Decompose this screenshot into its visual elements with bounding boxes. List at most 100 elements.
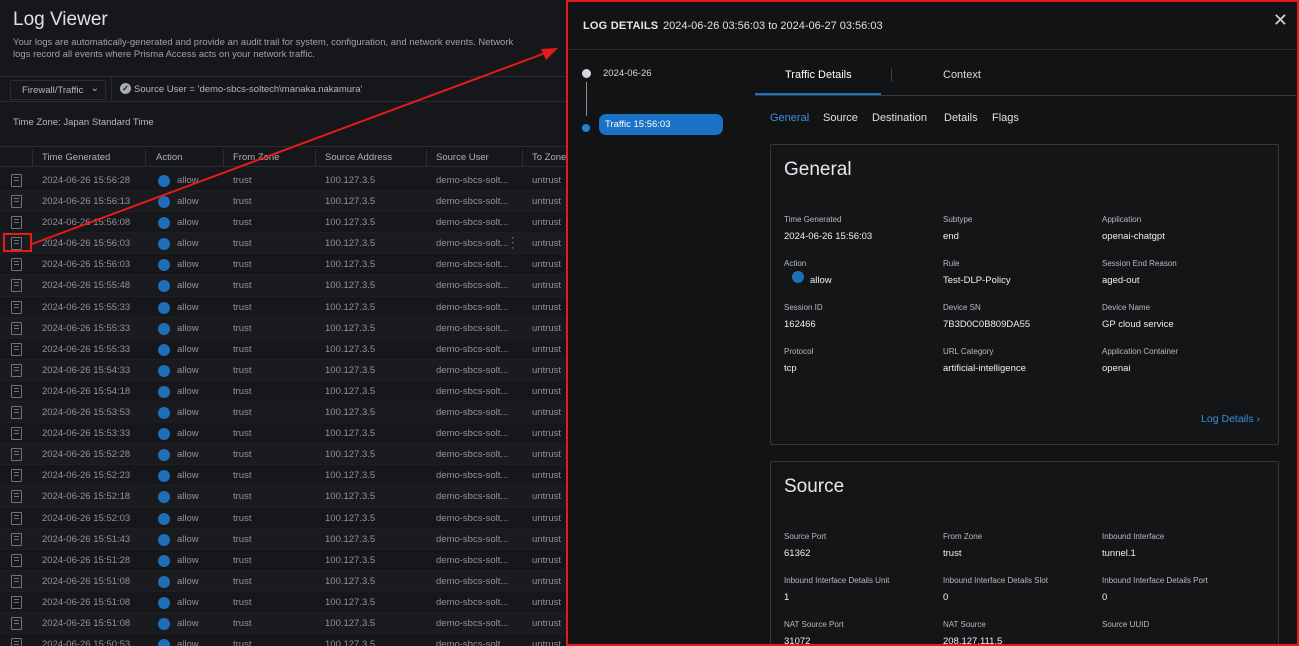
cell-to-zone: untrust [532,343,562,355]
table-row[interactable]: 2024-06-26 15:51:43 allow trust 100.127.3.5… [0,528,566,550]
column-header-from-zone[interactable]: From Zone [233,152,279,163]
cell-action: allow [177,407,199,419]
allow-status-icon [158,217,170,230]
field-value: 0 [943,592,949,603]
field-value: 208.127.111.5 [943,636,1003,646]
highlight-box [3,233,32,252]
table-row[interactable]: 2024-06-26 15:54:18 allow trust 100.127.3.5… [0,381,566,403]
column-header-time[interactable]: Time Generated [42,152,110,163]
cell-source-address: 100.127.3.5 [325,259,376,271]
tab-context[interactable]: Context [943,69,981,81]
log-detail-icon[interactable] [11,406,22,420]
field-value: 1 [784,592,790,603]
log-detail-icon[interactable] [11,448,22,462]
dataset-select[interactable]: Firewall/Traffic ⌄ [10,80,106,100]
cell-action: allow [177,217,199,229]
cell-from-zone: trust [233,322,252,334]
query-input[interactable]: ✓ Source User = 'demo-sbcs-soltech\manak… [111,77,566,101]
table-row[interactable]: 2024-06-26 15:56:28 allow trust 100.127.3.5… [0,170,566,192]
column-header-source-address[interactable]: Source Address [325,152,392,163]
log-detail-icon[interactable] [11,595,22,609]
table-row[interactable]: 2024-06-26 15:56:08 allow trust 100.127.3.5… [0,212,566,234]
field-value: Test-DLP-Policy [943,275,1011,286]
cell-source-address: 100.127.3.5 [325,301,376,313]
subtab-flags[interactable]: Flags [992,112,1019,124]
cell-source-user: demo-sbcs-solt... [436,322,509,334]
log-detail-icon[interactable] [11,195,22,209]
log-detail-icon[interactable] [11,384,22,398]
table-row[interactable]: 2024-06-26 15:51:08 allow trust 100.127.3.5… [0,570,566,592]
cell-source-address: 100.127.3.5 [325,639,376,646]
details-title: LOG DETAILS [583,20,659,32]
cell-action: allow [177,596,199,608]
allow-status-icon [158,238,170,251]
cell-time: 2024-06-26 15:52:28 [42,449,131,461]
cell-from-zone: trust [233,512,252,524]
log-details-link[interactable]: Log Details › [1201,413,1260,425]
log-detail-icon[interactable] [11,427,22,441]
subtab-details[interactable]: Details [944,112,978,124]
column-header-source-user[interactable]: Source User [436,152,489,163]
cell-from-zone: trust [233,639,252,646]
details-time-range: 2024-06-26 03:56:03 to 2024-06-27 03:56:… [663,20,883,32]
table-row[interactable]: 2024-06-26 15:52:18 allow trust 100.127.3.5… [0,486,566,508]
table-row[interactable]: 2024-06-26 15:52:03 allow trust 100.127.3.5… [0,508,566,529]
tab-traffic-details[interactable]: Traffic Details [785,69,852,81]
timezone-label: Time Zone: Japan Standard Time [13,117,154,128]
log-detail-icon[interactable] [11,258,22,272]
timeline-entry[interactable]: Traffic 15:56:03 [599,114,723,135]
table-row[interactable]: 2024-06-26 15:55:33 allow trust 100.127.3.5… [0,317,566,339]
close-icon[interactable]: ✕ [1273,10,1288,31]
table-row[interactable]: 2024-06-26 15:51:28 allow trust 100.127.3.5… [0,550,566,571]
table-row[interactable]: 2024-06-26 15:56:13 allow trust 100.127.3.5… [0,191,566,213]
table-row[interactable]: 2024-06-26 15:55:33 allow trust 100.127.3.5… [0,297,566,318]
log-detail-icon[interactable] [11,174,22,187]
table-row[interactable]: 2024-06-26 15:56:03 allow trust 100.127.3.5… [0,233,566,255]
column-header-to-zone[interactable]: To Zone [532,152,566,163]
row-menu-icon[interactable]: · · · [511,233,515,254]
cell-to-zone: untrust [532,449,562,461]
cell-source-user: demo-sbcs-solt... [436,449,509,461]
log-detail-icon[interactable] [11,469,22,483]
subtab-general[interactable]: General [770,112,809,124]
table-row[interactable]: 2024-06-26 15:51:08 allow trust 100.127.3.5… [0,592,566,613]
log-detail-icon[interactable] [11,511,22,525]
field-value: openai-chatgpt [1102,231,1165,242]
table-row[interactable]: 2024-06-26 15:52:23 allow trust 100.127.3.5… [0,465,566,487]
allow-status-icon [158,554,170,567]
cell-from-zone: trust [233,238,252,250]
log-detail-icon[interactable] [11,574,22,588]
table-row[interactable]: 2024-06-26 15:53:33 allow trust 100.127.3.5… [0,423,566,445]
cell-to-zone: untrust [532,617,562,629]
table-row[interactable]: 2024-06-26 15:55:48 allow trust 100.127.3.5… [0,275,566,297]
log-detail-icon[interactable] [11,279,22,293]
cell-to-zone: untrust [532,428,562,440]
subtab-source[interactable]: Source [823,112,858,124]
log-detail-icon[interactable] [11,532,22,546]
log-detail-icon[interactable] [11,216,22,230]
field-value: artificial-intelligence [943,363,1026,374]
table-row[interactable]: 2024-06-26 15:53:53 allow trust 100.127.3.5… [0,402,566,424]
log-detail-icon[interactable] [11,638,22,646]
cell-time: 2024-06-26 15:51:08 [42,575,131,587]
log-detail-icon[interactable] [11,363,22,377]
log-detail-icon[interactable] [11,321,22,335]
log-detail-icon[interactable] [11,300,22,314]
table-row[interactable]: 2024-06-26 15:51:08 allow trust 100.127.3.5… [0,612,566,635]
table-row[interactable]: 2024-06-26 15:50:53 allow trust 100.127.3.5… [0,634,566,646]
column-header-action[interactable]: Action [156,152,182,163]
log-detail-icon[interactable] [11,490,22,504]
cell-time: 2024-06-26 15:53:33 [42,428,131,440]
log-detail-icon[interactable] [11,616,22,630]
table-row[interactable]: 2024-06-26 15:52:28 allow trust 100.127.3.5… [0,444,566,466]
table-row[interactable]: 2024-06-26 15:54:33 allow trust 100.127.3.5… [0,359,566,381]
subtab-destination[interactable]: Destination [872,112,927,124]
log-detail-icon[interactable] [11,553,22,567]
timeline-date: 2024-06-26 [603,68,652,79]
table-row[interactable]: 2024-06-26 15:55:33 allow trust 100.127.3.5… [0,339,566,360]
log-detail-icon[interactable] [11,342,22,356]
table-row[interactable]: 2024-06-26 15:56:03 allow trust 100.127.3.5… [0,254,566,276]
cell-to-zone: untrust [532,238,562,250]
allow-status-icon [158,301,170,314]
cell-source-address: 100.127.3.5 [325,175,376,186]
